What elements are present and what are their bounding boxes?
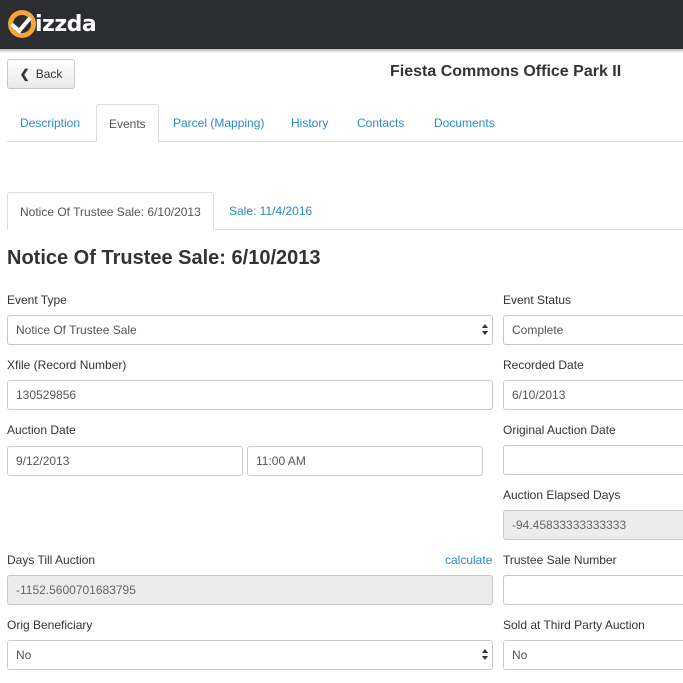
xfile-value: 130529856 (16, 388, 77, 402)
recorded-date-label: Recorded Date (503, 358, 584, 372)
days-till-auction-field: -1152.5600701683795 (7, 575, 493, 605)
original-auction-date-label: Original Auction Date (503, 423, 616, 437)
chevron-left-icon: ❮ (19, 67, 30, 81)
top-navbar: izzda (0, 0, 683, 53)
xfile-input[interactable]: 130529856 (7, 380, 493, 410)
recorded-date-input[interactable]: 6/10/2013 (503, 380, 683, 410)
sold-third-party-value: No (512, 648, 528, 662)
tab-events[interactable]: Events (96, 104, 159, 142)
xfile-label: Xfile (Record Number) (7, 358, 127, 372)
sold-third-party-label: Sold at Third Party Auction (503, 618, 645, 632)
tab-history[interactable]: History (291, 104, 328, 142)
event-status-label: Event Status (503, 293, 572, 307)
event-type-value: Notice Of Trustee Sale (16, 323, 137, 337)
orig-beneficiary-select[interactable]: No (7, 640, 493, 670)
tab-notice-of-trustee-sale[interactable]: Notice Of Trustee Sale: 6/10/2013 (7, 192, 214, 230)
logo-text: izzda (35, 11, 97, 37)
tab-parcel-mapping[interactable]: Parcel (Mapping) (173, 104, 264, 142)
auction-elapsed-days-label: Auction Elapsed Days (503, 488, 621, 502)
auction-time-input[interactable]: 11:00 AM (247, 446, 483, 476)
event-tabs: Notice Of Trustee Sale: 6/10/2013 Sale: … (7, 192, 683, 230)
event-status-value: Complete (512, 323, 564, 337)
auction-time-value: 11:00 AM (256, 454, 306, 468)
event-type-label: Event Type (7, 293, 67, 307)
property-title: Fiesta Commons Office Park II (390, 63, 622, 80)
orig-beneficiary-label: Orig Beneficiary (7, 618, 93, 632)
days-till-auction-value: -1152.5600701683795 (16, 583, 136, 597)
tab-sale[interactable]: Sale: 11/4/2016 (229, 192, 312, 230)
back-button[interactable]: ❮ Back (7, 59, 75, 89)
main-tabs: Description Events Parcel (Mapping) Hist… (7, 104, 683, 142)
tab-contacts[interactable]: Contacts (357, 104, 404, 142)
select-arrows-icon (482, 648, 488, 662)
auction-date-value: 9/12/2013 (16, 454, 70, 468)
event-type-select[interactable]: Notice Of Trustee Sale (7, 315, 493, 345)
recorded-date-value: 6/10/2013 (512, 388, 566, 402)
event-status-select[interactable]: Complete (503, 315, 683, 345)
auction-elapsed-days-field: -94.45833333333333 (503, 510, 683, 540)
vizzda-logo[interactable]: izzda (8, 9, 97, 39)
original-auction-date-input[interactable] (503, 445, 683, 475)
calculate-link[interactable]: calculate (445, 553, 492, 567)
orig-beneficiary-value: No (16, 648, 32, 662)
trustee-sale-number-input[interactable] (503, 575, 683, 605)
days-till-auction-label: Days Till Auction (7, 553, 96, 567)
auction-date-input[interactable]: 9/12/2013 (7, 446, 243, 476)
auction-elapsed-days-value: -94.45833333333333 (512, 518, 627, 532)
auction-date-label: Auction Date (7, 423, 76, 437)
select-arrows-icon (482, 323, 488, 337)
tab-description[interactable]: Description (20, 104, 80, 142)
back-button-label: Back (35, 67, 63, 81)
logo-check-icon (8, 10, 36, 38)
event-heading: Notice Of Trustee Sale: 6/10/2013 (7, 247, 321, 269)
tab-documents[interactable]: Documents (434, 104, 495, 142)
sold-third-party-select[interactable]: No (503, 640, 683, 670)
trustee-sale-number-label: Trustee Sale Number (503, 553, 617, 567)
